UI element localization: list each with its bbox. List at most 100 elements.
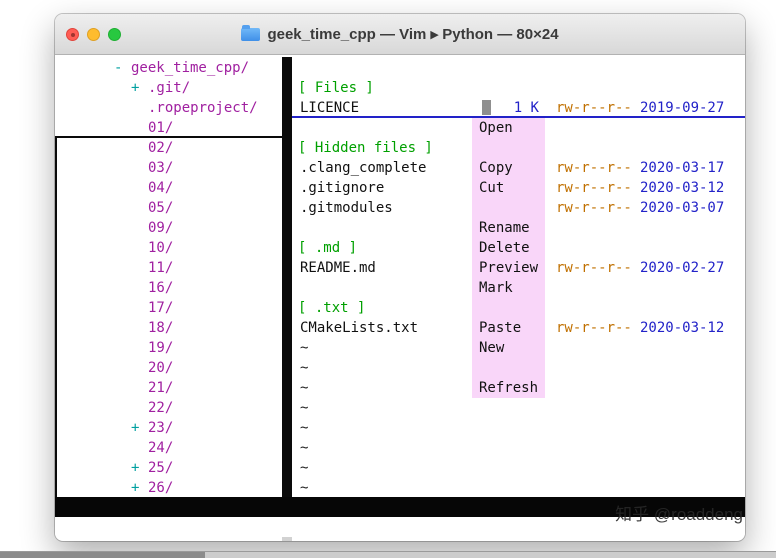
menu-item-open[interactable]: Open — [472, 118, 545, 138]
tilde-marker: ~ — [300, 380, 309, 396]
file-date: 2020-03-17 — [640, 160, 725, 176]
statusbar-left-path: </Programming/geek_time_cpp — [58, 519, 270, 534]
tree-item-11[interactable]: 11/ — [55, 258, 282, 278]
tree-item-17[interactable]: 17/ — [55, 298, 282, 318]
tilde-marker: ~ — [300, 400, 309, 416]
tree-item-label: 22/ — [148, 400, 174, 416]
tree-item-10[interactable]: 10/ — [55, 238, 282, 258]
expand-icon[interactable]: + — [131, 418, 148, 438]
menu-item-new[interactable]: New — [472, 338, 545, 358]
menu-gap — [472, 138, 545, 158]
file-date: 2020-03-12 — [640, 180, 725, 196]
tree-item-18[interactable]: 18/ — [55, 318, 282, 338]
tree-item-label: 04/ — [148, 180, 174, 196]
tilde-marker: ~ — [300, 460, 309, 476]
tree-item-label: 20/ — [148, 360, 174, 376]
tree-item-16[interactable]: 16/ — [55, 278, 282, 298]
tree-item-geek_time_cpp[interactable]: - geek_time_cpp/ — [55, 58, 282, 78]
tree-item-21[interactable]: 21/ — [55, 378, 282, 398]
tree-item-09[interactable]: 09/ — [55, 218, 282, 238]
empty-buffer-line: ~ — [292, 418, 745, 438]
tree-item-label: 03/ — [148, 160, 174, 176]
menu-item-preview[interactable]: Preview — [472, 258, 545, 278]
terminal-window: geek_time_cpp — Vim ▸ Python — 80×24 - ge… — [55, 14, 745, 541]
vertical-split-separator[interactable] — [282, 57, 292, 497]
tree-item-label: 17/ — [148, 300, 174, 316]
tilde-marker: ~ — [300, 420, 309, 436]
folder-icon — [241, 24, 261, 41]
file-date: 2020-03-12 — [640, 320, 725, 336]
menu-item-mark[interactable]: Mark — [472, 278, 545, 298]
menu-item-cut[interactable]: Cut — [472, 178, 545, 198]
tree-item-23[interactable]: +23/ — [55, 418, 282, 438]
empty-buffer-line: ~ — [292, 458, 745, 478]
expand-icon[interactable]: + — [131, 78, 148, 98]
menu-item-rename[interactable]: Rename — [472, 218, 545, 238]
tree-item-.git[interactable]: + .git/ — [55, 78, 282, 98]
tilde-marker: ~ — [300, 360, 309, 376]
tree-item-20[interactable]: 20/ — [55, 358, 282, 378]
tree-pane-border — [55, 137, 57, 497]
tree-item-26[interactable]: +26/ — [55, 478, 282, 498]
tree-item-22[interactable]: 22/ — [55, 398, 282, 418]
menu-item-paste[interactable]: Paste — [472, 318, 545, 338]
collapse-icon[interactable]: - — [114, 58, 131, 78]
empty-buffer-line: ~ — [292, 478, 745, 498]
section-header: [ Files ] — [292, 78, 745, 98]
tree-item-25[interactable]: +25/ — [55, 458, 282, 478]
tree-item-label: 26/ — [148, 480, 174, 496]
tree-item-.ropeproject[interactable]: .ropeproject/ — [55, 98, 282, 118]
file-permissions: rw-r--r-- — [556, 320, 632, 336]
file-name: CMakeLists.txt — [300, 320, 419, 336]
section-label: [ .md ] — [298, 240, 358, 256]
context-menu: Open Copy Cut Rename Delete Preview Mark Pas… — [472, 118, 545, 398]
menu-gap — [472, 198, 545, 218]
file-name: .gitignore — [300, 180, 385, 196]
tree-item-label: 24/ — [148, 440, 174, 456]
tilde-marker: ~ — [300, 440, 309, 456]
menu-item-refresh[interactable]: Refresh — [472, 378, 545, 398]
tree-item-label: 23/ — [148, 420, 174, 436]
file-row-LICENCE[interactable]: LICENCE 1 K rw-r--r-- 2019-09-27 — [292, 98, 745, 118]
tree-item-02[interactable]: 02/ — [55, 138, 282, 158]
expand-icon[interactable]: + — [131, 478, 148, 498]
tree-item-05[interactable]: 05/ — [55, 198, 282, 218]
tree-item-24[interactable]: 24/ — [55, 438, 282, 458]
file-name: README.md — [300, 260, 376, 276]
section-label: [ .txt ] — [298, 300, 366, 316]
watermark: 知乎 @roaddeng — [615, 505, 743, 524]
section-label: [ Hidden files ] — [298, 140, 433, 156]
tree-item-19[interactable]: 19/ — [55, 338, 282, 358]
tree-item-03[interactable]: 03/ — [55, 158, 282, 178]
statusbar-separator — [282, 537, 292, 541]
tree-item-label: geek_time_cpp/ — [131, 60, 250, 76]
window-title-area: geek_time_cpp — Vim ▸ Python — 80×24 — [55, 14, 745, 54]
file-permissions: rw-r--r-- — [556, 100, 632, 116]
expand-icon[interactable]: + — [131, 458, 148, 478]
tree-item-04[interactable]: 04/ — [55, 178, 282, 198]
titlebar: geek_time_cpp — Vim ▸ Python — 80×24 — [55, 14, 745, 55]
tree-item-label: 21/ — [148, 380, 174, 396]
tree-item-label: 16/ — [148, 280, 174, 296]
terminal-content: - geek_time_cpp/+ .git/ .ropeproject/ 01/ … — [55, 55, 745, 541]
file-date: 2020-02-27 — [640, 260, 725, 276]
menu-item-delete[interactable]: Delete — [472, 238, 545, 258]
file-tree: - geek_time_cpp/+ .git/ .ropeproject/ 01/ … — [55, 58, 282, 498]
tilde-marker: ~ — [300, 480, 309, 496]
menu-item-copy[interactable]: Copy — [472, 158, 545, 178]
tree-item-01[interactable]: 01/ — [55, 118, 282, 138]
